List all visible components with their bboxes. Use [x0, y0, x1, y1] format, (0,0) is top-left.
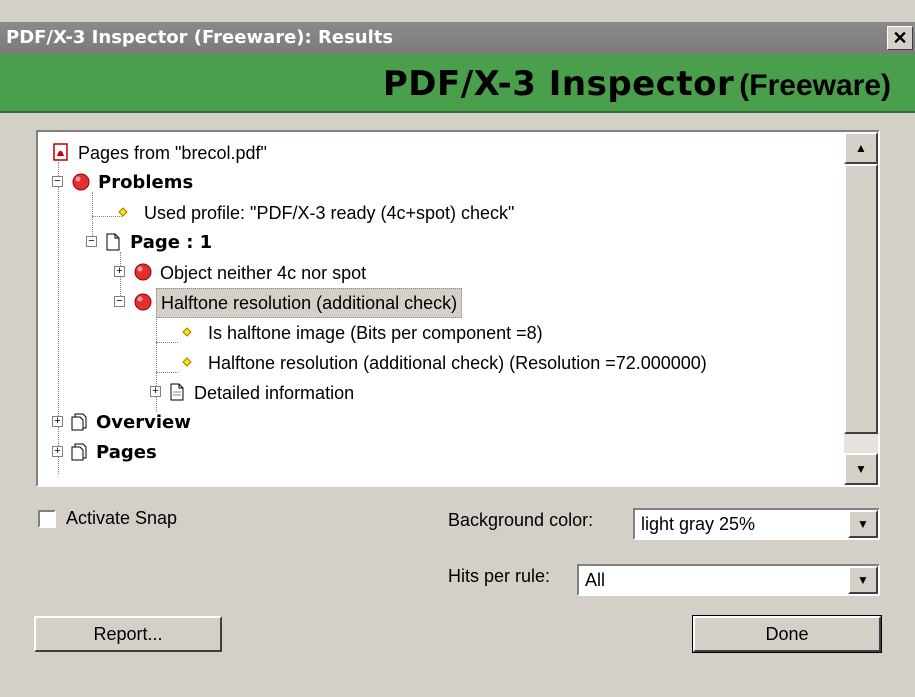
- expand-toggle[interactable]: +: [52, 446, 63, 457]
- activate-snap-checkbox[interactable]: [38, 510, 56, 528]
- background-color-select[interactable]: light gray 25% ▼: [633, 508, 880, 540]
- scroll-down-button[interactable]: ▼: [844, 453, 878, 485]
- tree-item-label: Detailed information: [194, 383, 355, 404]
- hits-per-rule-value: All: [585, 570, 606, 590]
- tree-item-label: Object neither 4c nor spot: [160, 263, 367, 284]
- results-tree[interactable]: Pages from "brecol.pdf" − Problems Used …: [36, 130, 880, 487]
- chevron-down-icon[interactable]: ▼: [848, 566, 878, 594]
- scroll-up-button[interactable]: ▲: [844, 132, 878, 164]
- collapse-toggle[interactable]: −: [86, 236, 97, 247]
- hits-per-rule-label: Hits per rule:: [448, 566, 551, 586]
- tree-item-halftone-res-detail[interactable]: Halftone resolution (additional check) (…: [178, 348, 711, 376]
- tree-connector: [156, 342, 178, 343]
- collapse-toggle[interactable]: −: [114, 296, 125, 307]
- tree-item-overview[interactable]: + Overview: [52, 408, 195, 436]
- expand-toggle[interactable]: +: [150, 386, 161, 397]
- hits-per-rule-select[interactable]: All ▼: [577, 564, 880, 596]
- tree-content: Pages from "brecol.pdf" − Problems Used …: [38, 132, 844, 485]
- close-button[interactable]: ✕: [887, 26, 913, 50]
- info-diamond-icon: [118, 207, 128, 217]
- tree-item-label: Problems: [98, 172, 194, 194]
- done-button[interactable]: Done: [692, 615, 882, 653]
- tree-item-label: Pages: [96, 442, 157, 464]
- info-diamond-icon: [182, 357, 192, 367]
- title-bar: PDF/X-3 Inspector (Freeware): Results ✕: [0, 22, 915, 54]
- window-title: PDF/X-3 Inspector (Freeware): Results: [6, 27, 394, 48]
- tree-item-label: Is halftone image (Bits per component =8…: [208, 323, 543, 344]
- collapse-toggle[interactable]: −: [52, 176, 63, 187]
- tree-item-page-1[interactable]: − Page : 1: [86, 228, 216, 256]
- tree-item-root[interactable]: Pages from "brecol.pdf": [52, 138, 271, 166]
- document-icon: [170, 383, 184, 401]
- background-color-label: Background color:: [448, 510, 594, 530]
- expand-toggle[interactable]: +: [114, 266, 125, 277]
- pages-icon: [71, 443, 87, 461]
- expand-toggle[interactable]: +: [52, 416, 63, 427]
- info-diamond-icon: [182, 327, 192, 337]
- tree-item-pages[interactable]: + Pages: [52, 438, 161, 466]
- error-ball-icon: [72, 173, 90, 191]
- tree-item-is-halftone[interactable]: Is halftone image (Bits per component =8…: [178, 318, 547, 346]
- pages-icon: [71, 413, 87, 431]
- tree-item-label: Overview: [96, 412, 191, 434]
- error-ball-icon: [134, 263, 152, 281]
- tree-item-halftone-resolution[interactable]: − Halftone resolution (additional check): [114, 288, 463, 319]
- app-banner: PDF/X-3 Inspector (Freeware): [0, 54, 915, 113]
- banner-title: PDF/X-3 Inspector: [382, 64, 735, 104]
- chevron-down-icon[interactable]: ▼: [848, 510, 878, 538]
- tree-item-label: Halftone resolution (additional check) (…: [208, 353, 707, 374]
- tree-item-label: Page : 1: [130, 232, 213, 254]
- tree-item-used-profile[interactable]: Used profile: "PDF/X-3 ready (4c+spot) c…: [114, 198, 518, 226]
- tree-item-label: Pages from "brecol.pdf": [78, 143, 267, 164]
- error-ball-icon: [134, 293, 152, 311]
- report-button[interactable]: Report...: [34, 616, 222, 652]
- pdf-document-icon: [53, 143, 68, 161]
- tree-item-problems[interactable]: − Problems: [52, 168, 197, 196]
- tree-item-object-neither[interactable]: + Object neither 4c nor spot: [114, 258, 370, 286]
- activate-snap-label: Activate Snap: [66, 508, 178, 528]
- tree-scrollbar[interactable]: ▲ ▼: [844, 132, 878, 485]
- tree-item-label: Used profile: "PDF/X-3 ready (4c+spot) c…: [144, 203, 515, 224]
- tree-item-label: Halftone resolution (additional check): [156, 288, 463, 319]
- background-color-value: light gray 25%: [641, 514, 756, 534]
- page-icon: [106, 233, 120, 251]
- banner-suffix: (Freeware): [739, 69, 891, 102]
- tree-item-detailed-info[interactable]: + Detailed information: [150, 378, 358, 406]
- scroll-thumb[interactable]: [844, 164, 878, 434]
- tree-connector: [156, 372, 178, 373]
